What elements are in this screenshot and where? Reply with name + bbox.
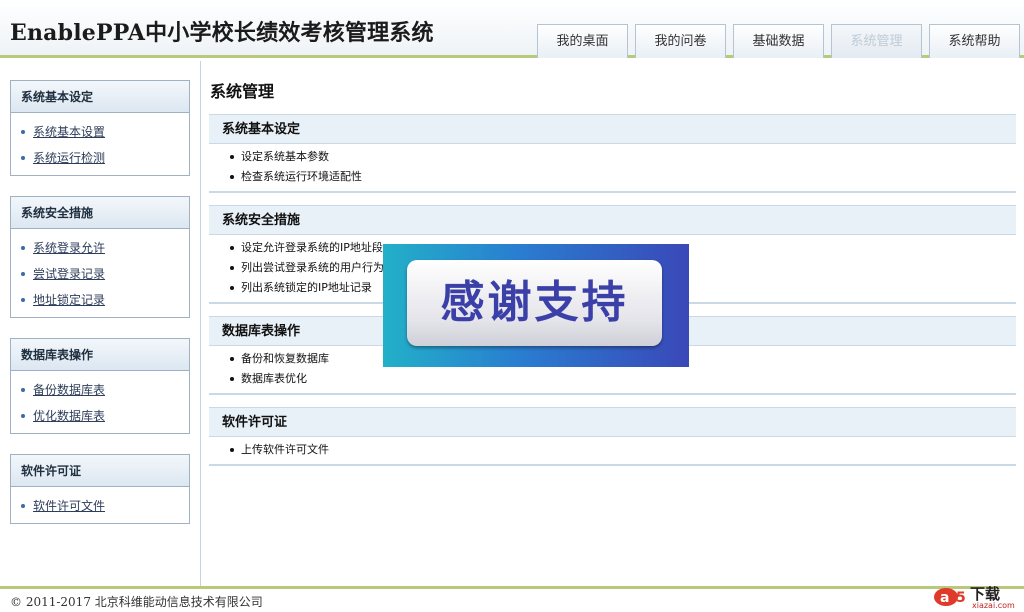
bullet-icon [230, 175, 234, 179]
sidebar-item-label[interactable]: 尝试登录记录 [33, 267, 105, 281]
thanks-banner-text: 感谢支持 [407, 260, 662, 346]
sidebar-item-login-allow[interactable]: 系统登录允许 [11, 235, 189, 261]
download-site-logo: a 5 下载 xiazai.com [932, 579, 1015, 612]
link-label[interactable]: 上传软件许可文件 [241, 443, 329, 456]
a5-logo-icon: a 5 [934, 588, 966, 606]
brand-url: xiazai.com [972, 601, 1015, 610]
bullet-icon [230, 286, 234, 290]
sidebar-item-label[interactable]: 备份数据库表 [33, 383, 105, 397]
sidebar-item-basic-settings[interactable]: 系统基本设置 [11, 119, 189, 145]
sidebar-group-database: 数据库表操作 备份数据库表 优化数据库表 [10, 338, 190, 434]
section-title: 系统基本设定 [209, 114, 1016, 144]
link-label[interactable]: 数据库表优化 [241, 372, 307, 385]
sidebar-group-security: 系统安全措施 系统登录允许 尝试登录记录 地址锁定记录 [10, 196, 190, 318]
bullet-icon [21, 246, 25, 250]
bullet-icon [21, 298, 25, 302]
sidebar-item-label[interactable]: 系统运行检测 [33, 151, 105, 165]
bullet-icon [21, 414, 25, 418]
section-title: 系统安全措施 [209, 205, 1016, 235]
sidebar-group-title: 系统安全措施 [11, 197, 189, 229]
footer: © 2011-2017 北京科维能动信息技术有限公司 a 5 下载 xiazai… [0, 585, 1024, 612]
link-label[interactable]: 列出尝试登录系统的用户行为 [241, 261, 384, 274]
section-basic-settings: 系统基本设定 设定系统基本参数 检查系统运行环境适配性 [209, 114, 1016, 193]
top-nav: 我的桌面 我的问卷 基础数据 系统管理 系统帮助 [530, 24, 1020, 58]
bullet-icon [21, 388, 25, 392]
sidebar-item-license-file[interactable]: 软件许可文件 [11, 493, 189, 519]
page-title: 系统管理 [210, 82, 275, 101]
link-optimize-db[interactable]: 数据库表优化 [209, 369, 1016, 389]
bullet-icon [230, 357, 234, 361]
sidebar-item-backup-db[interactable]: 备份数据库表 [11, 377, 189, 403]
app-title: EnablePPA中小学校长绩效考核管理系统 [10, 20, 434, 46]
bullet-icon [230, 246, 234, 250]
link-upload-license[interactable]: 上传软件许可文件 [209, 440, 1016, 460]
bullet-icon [230, 377, 234, 381]
link-label[interactable]: 列出系统锁定的IP地址记录 [241, 281, 372, 294]
tab-my-questionnaire[interactable]: 我的问卷 [635, 24, 726, 58]
svg-text:a: a [940, 590, 949, 606]
sidebar-item-address-lock[interactable]: 地址锁定记录 [11, 287, 189, 313]
bullet-icon [230, 155, 234, 159]
tab-system-management[interactable]: 系统管理 [831, 24, 922, 58]
sidebar-group-basic-settings: 系统基本设定 系统基本设置 系统运行检测 [10, 80, 190, 176]
link-check-environment[interactable]: 检查系统运行环境适配性 [209, 167, 1016, 187]
app-header: EnablePPA中小学校长绩效考核管理系统 我的桌面 我的问卷 基础数据 系统… [0, 0, 1024, 58]
bullet-icon [21, 156, 25, 160]
sidebar: 系统基本设定 系统基本设置 系统运行检测 系统安全措施 系统登录允许 尝试登录记… [0, 61, 201, 586]
sidebar-item-optimize-db[interactable]: 优化数据库表 [11, 403, 189, 429]
tab-system-help[interactable]: 系统帮助 [929, 24, 1020, 58]
link-set-basic-params[interactable]: 设定系统基本参数 [209, 147, 1016, 167]
sidebar-item-label[interactable]: 优化数据库表 [33, 409, 105, 423]
section-title: 软件许可证 [209, 407, 1016, 437]
sidebar-item-label[interactable]: 地址锁定记录 [33, 293, 105, 307]
tab-basic-data[interactable]: 基础数据 [733, 24, 824, 58]
sidebar-item-label[interactable]: 系统登录允许 [33, 241, 105, 255]
copyright-text: © 2011-2017 北京科维能动信息技术有限公司 [10, 595, 263, 609]
sidebar-item-label[interactable]: 软件许可文件 [33, 499, 105, 513]
sidebar-item-login-attempts[interactable]: 尝试登录记录 [11, 261, 189, 287]
sidebar-item-label[interactable]: 系统基本设置 [33, 125, 105, 139]
bullet-icon [21, 130, 25, 134]
sidebar-group-title: 软件许可证 [11, 455, 189, 487]
link-label[interactable]: 设定系统基本参数 [241, 150, 329, 163]
link-label[interactable]: 备份和恢复数据库 [241, 352, 329, 365]
thanks-banner: 感谢支持 [383, 244, 689, 367]
link-label[interactable]: 检查系统运行环境适配性 [241, 170, 362, 183]
bullet-icon [21, 272, 25, 276]
tab-my-desktop[interactable]: 我的桌面 [537, 24, 628, 58]
sidebar-item-run-check[interactable]: 系统运行检测 [11, 145, 189, 171]
bullet-icon [21, 504, 25, 508]
sidebar-group-title: 数据库表操作 [11, 339, 189, 371]
svg-text:5: 5 [956, 590, 966, 606]
sidebar-group-title: 系统基本设定 [11, 81, 189, 113]
link-label[interactable]: 设定允许登录系统的IP地址段 [241, 241, 383, 254]
bullet-icon [230, 448, 234, 452]
sidebar-group-license: 软件许可证 软件许可文件 [10, 454, 190, 524]
section-license: 软件许可证 上传软件许可文件 [209, 407, 1016, 466]
bullet-icon [230, 266, 234, 270]
